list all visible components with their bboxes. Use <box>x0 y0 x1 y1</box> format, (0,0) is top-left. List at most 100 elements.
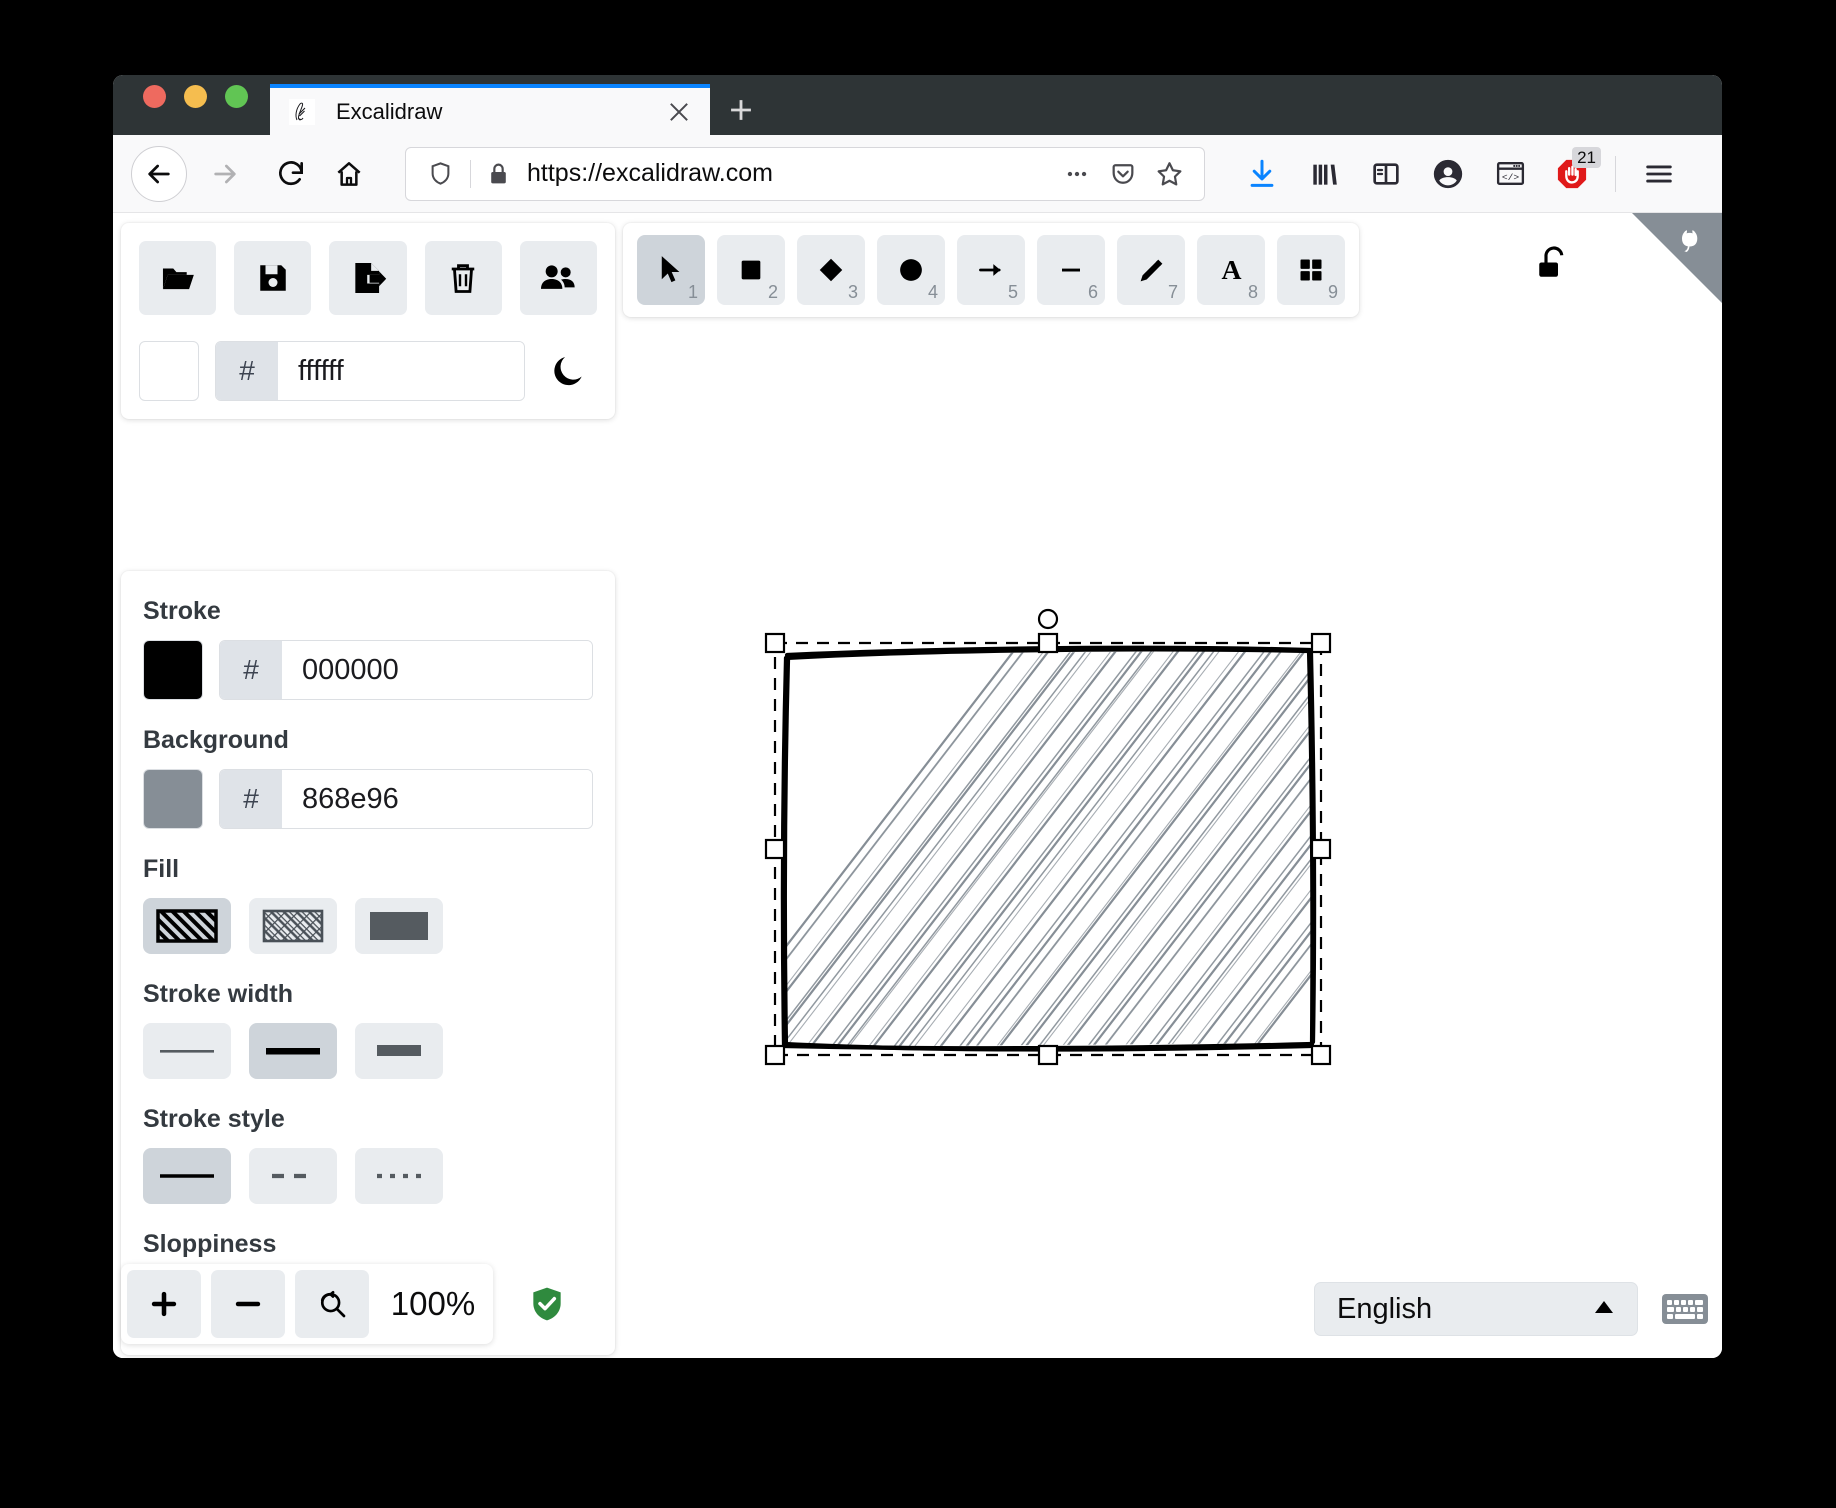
stroke-color-swatch[interactable] <box>143 640 203 700</box>
background-hex-input[interactable]: 868e96 <box>282 770 592 828</box>
stroke-style-dotted-option[interactable] <box>355 1148 443 1204</box>
github-cat-corner-icon[interactable] <box>1632 213 1722 303</box>
arrow-tool[interactable]: 5 <box>957 235 1025 305</box>
sloppiness-label: Sloppiness <box>143 1230 277 1258</box>
fill-options <box>143 898 593 954</box>
library-tool[interactable]: 9 <box>1277 235 1345 305</box>
account-button[interactable] <box>1417 145 1479 203</box>
svg-text:A: A <box>1221 255 1241 285</box>
padlock-icon[interactable] <box>483 161 513 186</box>
chevron-up-icon <box>1593 1299 1615 1320</box>
selection-tool[interactable]: 1 <box>637 235 705 305</box>
devtools-button[interactable]: </> <box>1479 145 1541 203</box>
rectangle-tool[interactable]: 2 <box>717 235 785 305</box>
background-hex-field[interactable]: # 868e96 <box>219 769 593 829</box>
close-window-button[interactable] <box>143 84 166 108</box>
fill-solid-option[interactable] <box>355 898 443 954</box>
stroke-width-label: Stroke width <box>143 980 294 1008</box>
tool-shortcut: 6 <box>1087 282 1098 302</box>
zoom-island: 100% <box>121 1264 493 1344</box>
language-value: English <box>1337 1292 1433 1325</box>
pocket-icon[interactable] <box>1100 160 1146 188</box>
load-file-button[interactable] <box>139 241 217 315</box>
fill-cross-hatch-option[interactable] <box>249 898 337 954</box>
browser-window: Excalidraw https://excalidraw.com </> 21… <box>113 75 1722 1358</box>
url-text[interactable]: https://excalidraw.com <box>513 159 1054 188</box>
tool-shortcut: 2 <box>767 282 778 302</box>
maximize-window-button[interactable] <box>225 84 248 108</box>
tab-title: Excalidraw <box>336 98 443 124</box>
tool-shortcut: 8 <box>1247 282 1258 302</box>
hash-prefix: # <box>220 641 282 699</box>
stroke-width-thin-option[interactable] <box>143 1023 231 1079</box>
zoom-reset-button[interactable] <box>295 1270 369 1338</box>
minimize-window-button[interactable] <box>184 84 207 108</box>
library-button[interactable] <box>1293 145 1355 203</box>
star-icon[interactable] <box>1146 159 1192 188</box>
canvas-background-swatch[interactable] <box>139 341 199 401</box>
url-divider <box>470 159 471 188</box>
stroke-style-dashed-option[interactable] <box>249 1148 337 1204</box>
tools-island: 1 2 3 4 5 6 7 A 8 9 <box>623 223 1359 317</box>
canvas-background-hex-input[interactable]: ffffff <box>278 342 524 400</box>
canvas-background-row: # ffffff <box>139 341 597 401</box>
keyboard-icon[interactable] <box>1662 1292 1708 1326</box>
stroke-style-solid-option[interactable] <box>143 1148 231 1204</box>
reset-canvas-button[interactable] <box>424 241 502 315</box>
text-tool[interactable]: A 8 <box>1197 235 1265 305</box>
footer-left: 100% <box>121 1264 567 1344</box>
save-file-button[interactable] <box>234 241 312 315</box>
sidebar-button[interactable] <box>1355 145 1417 203</box>
browser-toolbar-icons: </> 21 <box>1231 145 1690 203</box>
stroke-hex-field[interactable]: # 000000 <box>219 640 593 700</box>
tool-shortcut: 7 <box>1167 282 1178 302</box>
unlocked-padlock-icon[interactable] <box>1525 237 1579 291</box>
stroke-hex-input[interactable]: 000000 <box>282 641 592 699</box>
tool-shortcut: 1 <box>687 282 698 302</box>
file-actions-island: # ffffff <box>121 223 615 419</box>
hamburger-menu-icon[interactable] <box>1628 145 1690 203</box>
live-collaboration-button[interactable] <box>519 241 598 315</box>
stroke-style-options <box>143 1148 593 1204</box>
svg-text:</>: </> <box>1501 172 1519 183</box>
stroke-label: Stroke <box>143 597 221 625</box>
stroke-width-bold-option[interactable] <box>249 1023 337 1079</box>
browser-titlebar: Excalidraw <box>113 75 1722 135</box>
background-color-swatch[interactable] <box>143 769 203 829</box>
excalidraw-app: # ffffff Stroke # 000000 Background # 86… <box>113 213 1722 1358</box>
forward-arrow-icon[interactable] <box>197 146 253 202</box>
file-actions-row <box>139 241 598 315</box>
tool-shortcut: 5 <box>1007 282 1018 302</box>
back-arrow-icon[interactable] <box>131 145 187 202</box>
stroke-width-extra-bold-option[interactable] <box>355 1023 443 1079</box>
fill-hachure-option[interactable] <box>143 898 231 954</box>
export-button[interactable] <box>329 241 407 315</box>
window-controls <box>113 75 270 135</box>
line-tool[interactable]: 6 <box>1037 235 1105 305</box>
adblock-count-badge: 21 <box>1572 146 1601 169</box>
zoom-out-button[interactable] <box>211 1270 285 1338</box>
ellipse-tool[interactable]: 4 <box>877 235 945 305</box>
stroke-color-row: # 000000 <box>143 640 593 700</box>
new-tab-button[interactable] <box>710 84 772 135</box>
ellipsis-icon[interactable] <box>1054 161 1100 187</box>
reload-icon[interactable] <box>263 146 319 202</box>
moon-icon[interactable] <box>541 341 597 401</box>
background-label: Background <box>143 726 289 754</box>
language-select[interactable]: English <box>1314 1282 1638 1336</box>
zoom-in-button[interactable] <box>127 1270 201 1338</box>
tool-shortcut: 9 <box>1327 282 1338 302</box>
tool-shortcut: 3 <box>847 282 858 302</box>
stroke-width-options <box>143 1023 593 1079</box>
adblock-button[interactable]: 21 <box>1541 145 1603 203</box>
url-bar[interactable]: https://excalidraw.com <box>405 146 1205 201</box>
zoom-level-value[interactable]: 100% <box>379 1285 487 1323</box>
close-icon[interactable] <box>662 95 696 129</box>
downloads-button[interactable] <box>1231 145 1293 203</box>
canvas-background-hex-field[interactable]: # ffffff <box>215 341 525 401</box>
browser-tab[interactable]: Excalidraw <box>270 84 710 135</box>
tracking-shield-icon[interactable] <box>422 160 458 187</box>
draw-tool[interactable]: 7 <box>1117 235 1185 305</box>
diamond-tool[interactable]: 3 <box>797 235 865 305</box>
home-icon[interactable] <box>321 146 377 202</box>
